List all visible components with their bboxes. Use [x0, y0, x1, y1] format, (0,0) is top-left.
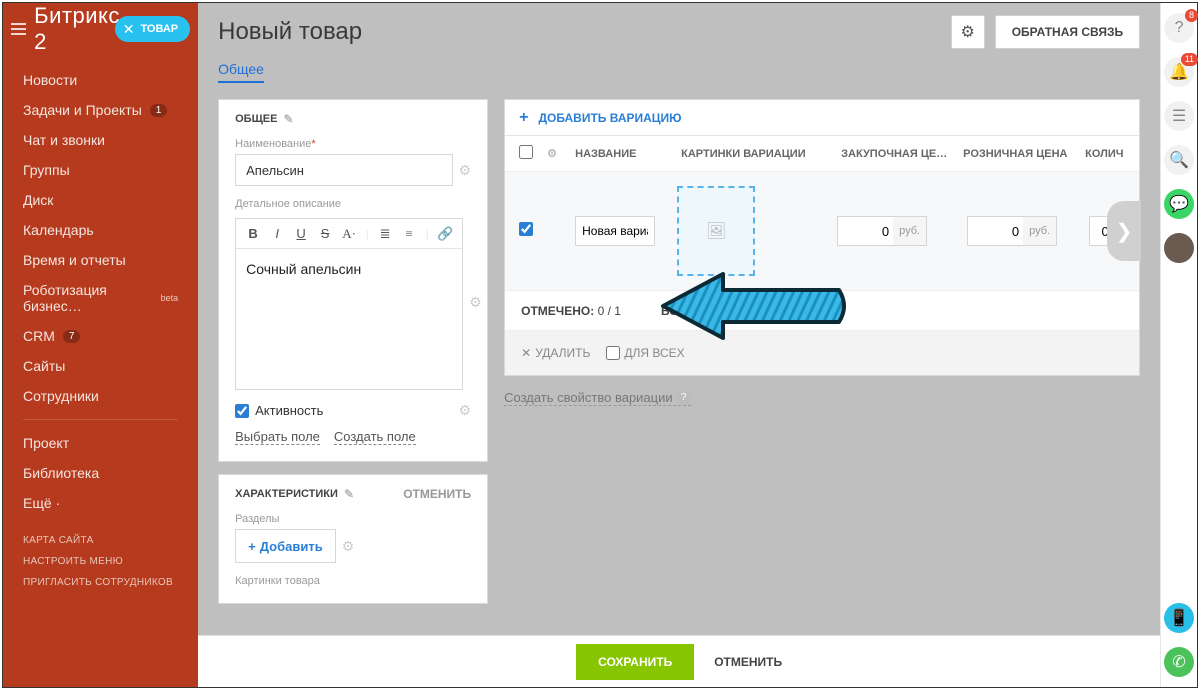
- description-editor[interactable]: Сочный апельсин: [236, 249, 462, 389]
- call-button[interactable]: ✆: [1164, 647, 1194, 677]
- tab-general[interactable]: Общее: [218, 61, 264, 83]
- sidebar-item-sites[interactable]: Сайты: [3, 351, 198, 381]
- notifications-button[interactable]: 🔔11: [1164, 57, 1194, 87]
- for-all-checkbox[interactable]: ДЛЯ ВСЕХ: [606, 346, 684, 360]
- feed-button[interactable]: ☰: [1164, 101, 1194, 131]
- strike-button[interactable]: S: [314, 223, 336, 245]
- mobile-button[interactable]: 📱: [1164, 603, 1194, 633]
- variation-image-drop[interactable]: 🖼: [677, 186, 755, 276]
- save-button[interactable]: СОХРАНИТЬ: [576, 644, 694, 680]
- col-images: КАРТИНКИ ВАРИАЦИИ: [681, 148, 831, 160]
- field-gear-icon[interactable]: ⚙: [459, 402, 472, 419]
- col-qty: КОЛИЧ: [1085, 148, 1125, 160]
- sidebar-item-groups[interactable]: Группы: [3, 155, 198, 185]
- scroll-right-button[interactable]: ❯: [1107, 201, 1141, 261]
- delete-button[interactable]: ✕ УДАЛИТЬ: [521, 346, 590, 360]
- create-field-link[interactable]: Создать поле: [334, 429, 416, 445]
- sidebar-item-crm[interactable]: CRM7: [3, 321, 198, 351]
- name-input[interactable]: [235, 154, 452, 186]
- chat-icon: 💬: [1169, 194, 1189, 214]
- gear-icon[interactable]: ⚙: [547, 147, 565, 160]
- editor-toolbar: B I U S A· | ≣ ≡ | 🔗: [236, 219, 462, 249]
- create-variation-prop-link[interactable]: Создать свойство вариации ?: [504, 390, 691, 406]
- phone-icon: 📱: [1169, 608, 1189, 628]
- image-icon: 🖼: [706, 221, 726, 241]
- main-area: Новый товар ⚙ ОБРАТНАЯ СВЯЗЬ Общее ОБЩЕЕ…: [198, 3, 1160, 687]
- page-title: Новый товар: [218, 18, 362, 46]
- chevron-right-icon: ❯: [1116, 219, 1133, 244]
- col-purchase: ЗАКУПОЧНАЯ ЦЕ…: [841, 148, 953, 160]
- link-button[interactable]: 🔗: [434, 223, 456, 245]
- col-name: НАЗВАНИЕ: [575, 148, 671, 160]
- sidebar-sitemap[interactable]: КАРТА САЙТА: [3, 530, 198, 551]
- chip-label: ТОВАР: [140, 23, 178, 35]
- retail-price-input[interactable]: руб.: [967, 216, 1057, 246]
- sidebar-item-disk[interactable]: Диск: [3, 185, 198, 215]
- purchase-price-input[interactable]: руб.: [837, 216, 927, 246]
- field-gear-icon[interactable]: ⚙: [342, 538, 355, 555]
- main-menu: Новости Задачи и Проекты1 Чат и звонки Г…: [3, 55, 198, 522]
- edit-icon[interactable]: ✎: [283, 112, 293, 126]
- sidebar-item-more[interactable]: Ещё ·: [3, 488, 198, 518]
- add-variation-button[interactable]: + ДОБАВИТЬ ВАРИАЦИЮ: [505, 100, 1139, 136]
- ol-button[interactable]: ≣: [374, 223, 396, 245]
- list-icon: ☰: [1172, 106, 1186, 126]
- help-icon[interactable]: ?: [677, 391, 691, 405]
- chars-cancel[interactable]: отменить: [403, 487, 471, 501]
- help-icon: ?: [1175, 19, 1184, 37]
- cancel-button[interactable]: ОТМЕНИТЬ: [714, 655, 782, 669]
- general-heading: ОБЩЕЕ: [235, 113, 277, 125]
- col-retail: РОЗНИЧНАЯ ЦЕНА: [963, 148, 1075, 160]
- breadcrumb-chip[interactable]: ✕ ТОВАР: [115, 16, 190, 42]
- sidebar-item-tasks[interactable]: Задачи и Проекты1: [3, 95, 198, 125]
- general-card: ОБЩЕЕ ✎ Наименование* ⚙ Детальное описан…: [218, 99, 488, 462]
- gear-icon: ⚙: [961, 22, 975, 42]
- sidebar-item-employees[interactable]: Сотрудники: [3, 381, 198, 411]
- sidebar-item-library[interactable]: Библиотека: [3, 458, 198, 488]
- sidebar-item-rpa[interactable]: Роботизация бизнес…beta: [3, 275, 198, 321]
- logo: Битрикс 2: [34, 3, 123, 55]
- sidebar-item-news[interactable]: Новости: [3, 65, 198, 95]
- select-all-checkbox[interactable]: [519, 145, 533, 159]
- sidebar-item-project[interactable]: Проект: [3, 428, 198, 458]
- close-icon[interactable]: ✕: [123, 21, 135, 38]
- settings-button[interactable]: ⚙: [951, 15, 985, 49]
- close-icon: ✕: [521, 346, 531, 360]
- chat-button[interactable]: 💬: [1164, 189, 1194, 219]
- field-gear-icon[interactable]: ⚙: [459, 162, 472, 179]
- variation-row: 🖼 руб. руб.: [505, 172, 1139, 291]
- sidebar-item-time[interactable]: Время и отчеты: [3, 245, 198, 275]
- feedback-button[interactable]: ОБРАТНАЯ СВЯЗЬ: [995, 15, 1140, 49]
- italic-button[interactable]: I: [266, 223, 288, 245]
- characteristics-card: ХАРАКТЕРИСТИКИ ✎ отменить Разделы +Добав…: [218, 474, 488, 604]
- sidebar-item-calendar[interactable]: Календарь: [3, 215, 198, 245]
- action-bar: СОХРАНИТЬ ОТМЕНИТЬ: [198, 635, 1160, 687]
- variations-card: + ДОБАВИТЬ ВАРИАЦИЮ ⚙ НАЗВАНИЕ КАРТИНКИ …: [504, 99, 1140, 376]
- menu-toggle-icon[interactable]: [11, 23, 26, 35]
- handset-icon: ✆: [1172, 652, 1185, 672]
- sidebar-invite[interactable]: ПРИГЛАСИТЬ СОТРУДНИКОВ: [3, 572, 198, 593]
- bold-button[interactable]: B: [242, 223, 264, 245]
- help-button[interactable]: ?8: [1164, 13, 1194, 43]
- chars-heading: ХАРАКТЕРИСТИКИ: [235, 488, 338, 500]
- underline-button[interactable]: U: [290, 223, 312, 245]
- active-checkbox[interactable]: [235, 404, 249, 418]
- search-button[interactable]: 🔍: [1164, 145, 1194, 175]
- user-avatar[interactable]: [1164, 233, 1194, 263]
- ul-button[interactable]: ≡: [398, 223, 420, 245]
- plus-icon: +: [519, 109, 528, 127]
- row-checkbox[interactable]: [519, 222, 533, 236]
- search-icon: 🔍: [1169, 150, 1189, 170]
- sidebar-item-chat[interactable]: Чат и звонки: [3, 125, 198, 155]
- field-gear-icon[interactable]: ⚙: [469, 294, 482, 311]
- sidebar-configure[interactable]: НАСТРОИТЬ МЕНЮ: [3, 551, 198, 572]
- right-rail: ?8 🔔11 ☰ 🔍 💬 📱 ✆: [1160, 3, 1197, 687]
- left-sidebar: Битрикс 2 ✕ ТОВАР Новости Задачи и Проек…: [3, 3, 198, 687]
- add-section-button[interactable]: +Добавить: [235, 529, 336, 563]
- variation-name-input[interactable]: [575, 216, 655, 246]
- color-button[interactable]: A·: [338, 223, 360, 245]
- edit-icon[interactable]: ✎: [344, 487, 354, 501]
- select-field-link[interactable]: Выбрать поле: [235, 429, 320, 445]
